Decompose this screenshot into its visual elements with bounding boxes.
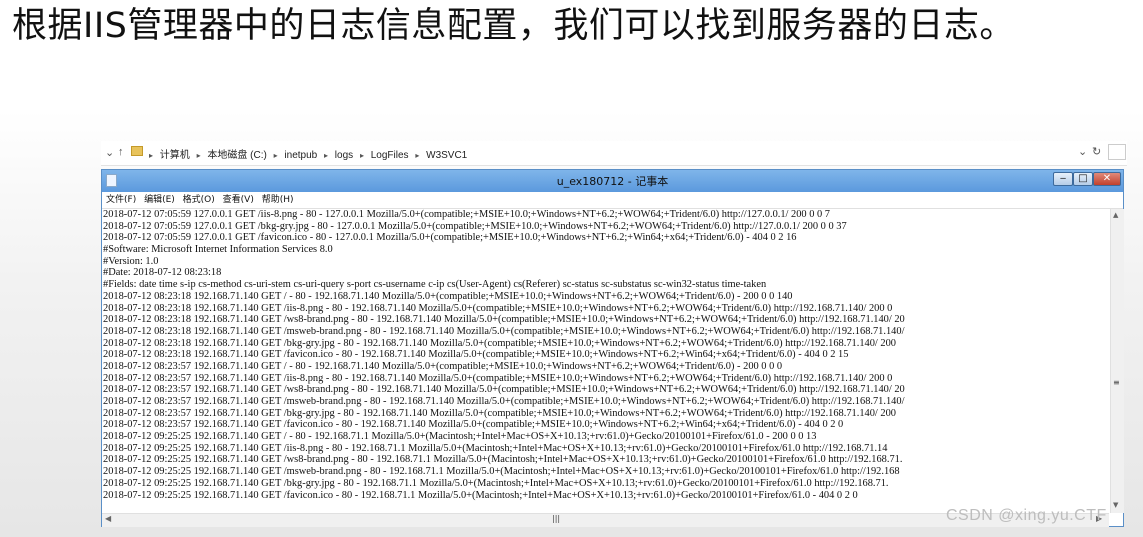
- menu-bar: 文件(F) 编辑(E) 格式(O) 查看(V) 帮助(H): [102, 192, 1123, 209]
- breadcrumb: ▸ 计算机 ▸ 本地磁盘 (C:) ▸ inetpub ▸ logs ▸ Log…: [149, 146, 471, 161]
- notepad-window: u_ex180712 - 记事本 ‒ □ ✕ 文件(F) 编辑(E) 格式(O)…: [101, 169, 1124, 527]
- chevron-right-icon[interactable]: ▸: [360, 151, 364, 160]
- chevron-right-icon[interactable]: ▸: [274, 151, 278, 160]
- log-line: 2018-07-12 08:23:57 192.168.71.140 GET /…: [103, 384, 905, 396]
- chevron-right-icon[interactable]: ▸: [197, 151, 201, 160]
- chevron-right-icon[interactable]: ▸: [324, 151, 328, 160]
- log-line: 2018-07-12 08:23:18 192.168.71.140 GET /…: [103, 290, 793, 302]
- scroll-down-icon[interactable]: ▼: [1113, 501, 1118, 509]
- log-line: #Version: 1.0: [103, 255, 159, 267]
- log-text-area[interactable]: 2018-07-12 07:05:59 127.0.0.1 GET /iis-8…: [102, 209, 1109, 513]
- log-line: 2018-07-12 07:05:59 127.0.0.1 GET /favic…: [103, 232, 797, 244]
- breadcrumb-item[interactable]: 计算机: [160, 150, 190, 161]
- menu-file[interactable]: 文件(F): [106, 195, 136, 205]
- log-line: 2018-07-12 08:23:57 192.168.71.140 GET /…: [103, 372, 893, 384]
- menu-help[interactable]: 帮助(H): [262, 195, 294, 205]
- log-line: 2018-07-12 09:25:25 192.168.71.140 GET /…: [103, 477, 889, 489]
- window-title: u_ex180712 - 记事本: [556, 175, 669, 188]
- log-line: #Fields: date time s-ip cs-method cs-uri…: [103, 279, 767, 291]
- log-line: 2018-07-12 07:05:59 127.0.0.1 GET /bkg-g…: [103, 220, 847, 232]
- scroll-up-icon[interactable]: ▲: [1113, 211, 1118, 219]
- log-line: 2018-07-12 08:23:18 192.168.71.140 GET /…: [103, 325, 905, 337]
- log-line: 2018-07-12 09:25:25 192.168.71.140 GET /…: [103, 442, 888, 454]
- watermark: CSDN @xing.yu.CTF: [946, 507, 1107, 524]
- maximize-button[interactable]: □: [1073, 172, 1093, 186]
- scroll-grip-icon[interactable]: ≡: [1113, 378, 1120, 387]
- log-line: 2018-07-12 09:25:25 192.168.71.140 GET /…: [103, 466, 900, 478]
- search-box[interactable]: [1108, 144, 1126, 160]
- dropdown-arrow-icon[interactable]: ⌄: [105, 146, 114, 159]
- log-line: 2018-07-12 08:23:57 192.168.71.140 GET /…: [103, 360, 783, 372]
- history-dropdown-icon[interactable]: ⌄: [1078, 145, 1087, 158]
- title-bar[interactable]: u_ex180712 - 记事本 ‒ □ ✕: [102, 170, 1123, 192]
- scroll-left-icon[interactable]: ◀: [105, 514, 111, 523]
- chevron-right-icon[interactable]: ▸: [415, 151, 419, 160]
- breadcrumb-item[interactable]: LogFiles: [371, 150, 409, 161]
- log-line: #Software: Microsoft Internet Informatio…: [103, 244, 333, 256]
- breadcrumb-item[interactable]: logs: [335, 150, 353, 161]
- menu-format[interactable]: 格式(O): [183, 195, 215, 205]
- up-arrow-icon[interactable]: ↑: [118, 146, 124, 158]
- breadcrumb-item[interactable]: 本地磁盘 (C:): [207, 150, 266, 161]
- log-line: 2018-07-12 09:25:25 192.168.71.140 GET /…: [103, 454, 903, 466]
- refresh-icon[interactable]: ↻: [1092, 145, 1101, 158]
- scroll-grip-icon[interactable]: |||: [552, 514, 560, 523]
- chevron-right-icon[interactable]: ▸: [149, 151, 153, 160]
- folder-icon: [131, 146, 143, 156]
- log-line: 2018-07-12 08:23:57 192.168.71.140 GET /…: [103, 407, 896, 419]
- log-line: 2018-07-12 09:25:25 192.168.71.140 GET /…: [103, 431, 817, 443]
- log-line: 2018-07-12 08:23:57 192.168.71.140 GET /…: [103, 396, 905, 407]
- menu-edit[interactable]: 编辑(E): [144, 195, 175, 205]
- log-line: 2018-07-12 08:23:18 192.168.71.140 GET /…: [103, 314, 905, 326]
- log-line: 2018-07-12 08:23:18 192.168.71.140 GET /…: [103, 349, 849, 361]
- vertical-scrollbar[interactable]: ▲ ≡ ▼: [1110, 209, 1124, 513]
- log-line: 2018-07-12 09:25:25 192.168.71.140 GET /…: [103, 489, 858, 501]
- close-button[interactable]: ✕: [1093, 172, 1121, 186]
- breadcrumb-item[interactable]: W3SVC1: [426, 150, 467, 161]
- slide-heading: 根据IIS管理器中的日志信息配置，我们可以找到服务器的日志。: [12, 6, 1015, 46]
- breadcrumb-item[interactable]: inetpub: [284, 150, 317, 161]
- log-line: 2018-07-12 08:23:57 192.168.71.140 GET /…: [103, 419, 844, 431]
- explorer-address-bar: ⌄ ↑ ▸ 计算机 ▸ 本地磁盘 (C:) ▸ inetpub ▸ logs ▸…: [101, 141, 1127, 166]
- log-line: 2018-07-12 07:05:59 127.0.0.1 GET /iis-8…: [103, 209, 831, 220]
- log-line: 2018-07-12 08:23:18 192.168.71.140 GET /…: [103, 337, 896, 349]
- minimize-button[interactable]: ‒: [1053, 172, 1073, 186]
- log-line: #Date: 2018-07-12 08:23:18: [103, 267, 222, 279]
- log-line: 2018-07-12 08:23:18 192.168.71.140 GET /…: [103, 302, 893, 314]
- menu-view[interactable]: 查看(V): [223, 195, 254, 205]
